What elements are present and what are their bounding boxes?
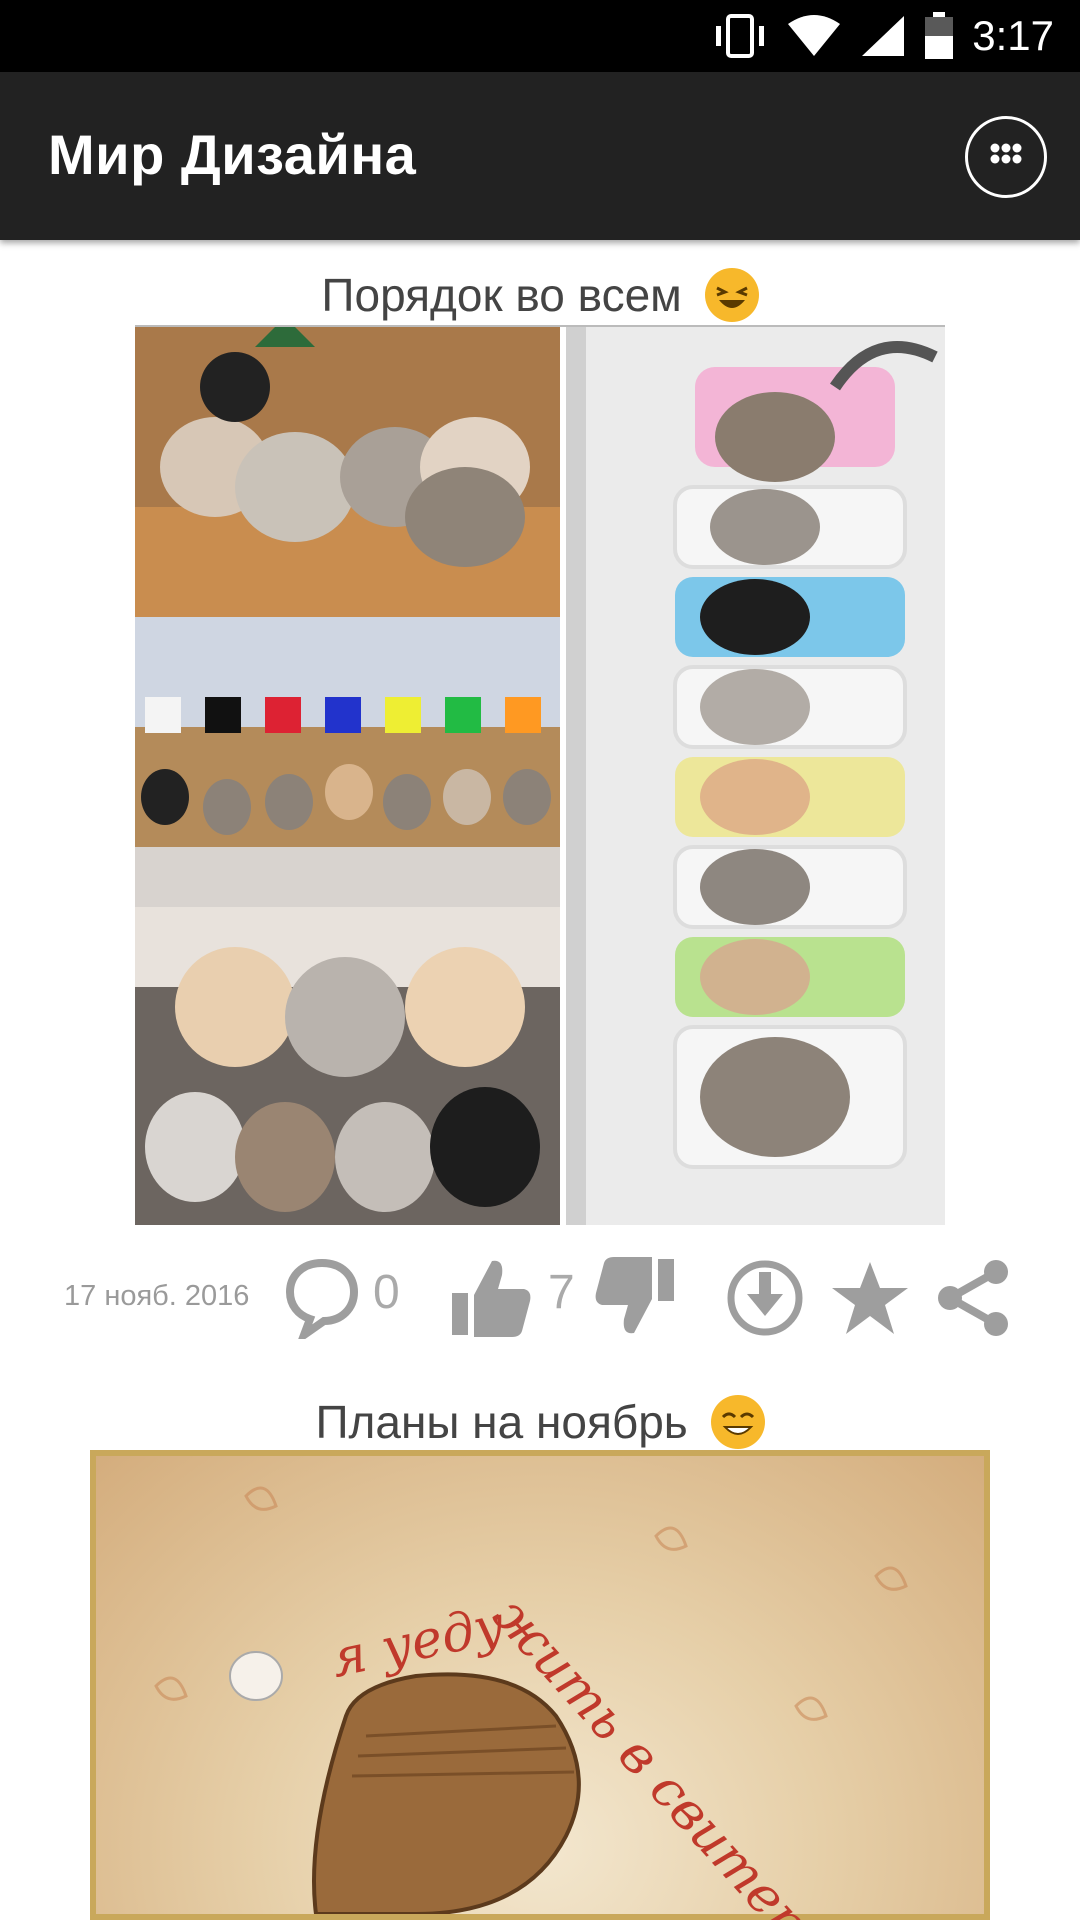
share-icon[interactable] <box>934 1258 1014 1338</box>
laughing-face-icon <box>704 267 759 322</box>
wifi-icon <box>788 15 841 56</box>
vibrate-icon <box>716 14 765 58</box>
smiling-face-icon <box>710 1394 765 1449</box>
post-date: 17 нояб. 2016 <box>64 1280 250 1312</box>
sweater-illustration-image[interactable]: я уеду жить в свитер <box>90 1450 990 1920</box>
comment-icon[interactable] <box>282 1255 362 1339</box>
post-title: Планы на ноябрь <box>0 1394 1080 1453</box>
post-title-text: Планы на ноябрь <box>315 1396 688 1448</box>
download-icon[interactable] <box>725 1258 805 1338</box>
comment-count: 0 <box>373 1266 400 1319</box>
cats-collage-illustration <box>135 327 945 1225</box>
illustration-canvas: я уеду жить в свитер <box>96 1456 984 1920</box>
post-title: Порядок во всем <box>0 267 1080 326</box>
like-count: 7 <box>548 1266 575 1319</box>
status-bar: 3:17 <box>0 0 1080 72</box>
cats-collage-image[interactable] <box>135 325 945 1225</box>
apps-grid-icon <box>990 143 1022 164</box>
star-icon[interactable] <box>830 1258 910 1338</box>
battery-icon <box>925 12 954 59</box>
app-title: Мир Дизайна <box>48 123 417 186</box>
status-time: 3:17 <box>972 12 1054 59</box>
post-title-text: Порядок во всем <box>321 269 682 321</box>
app-bar: Мир Дизайна <box>0 72 1080 240</box>
thumbs-down-icon[interactable] <box>592 1255 678 1339</box>
cell-signal-icon <box>862 16 905 56</box>
status-icons: 3:17 <box>712 0 1080 72</box>
thumbs-up-icon[interactable] <box>448 1255 534 1339</box>
apps-menu-button[interactable] <box>965 116 1047 198</box>
